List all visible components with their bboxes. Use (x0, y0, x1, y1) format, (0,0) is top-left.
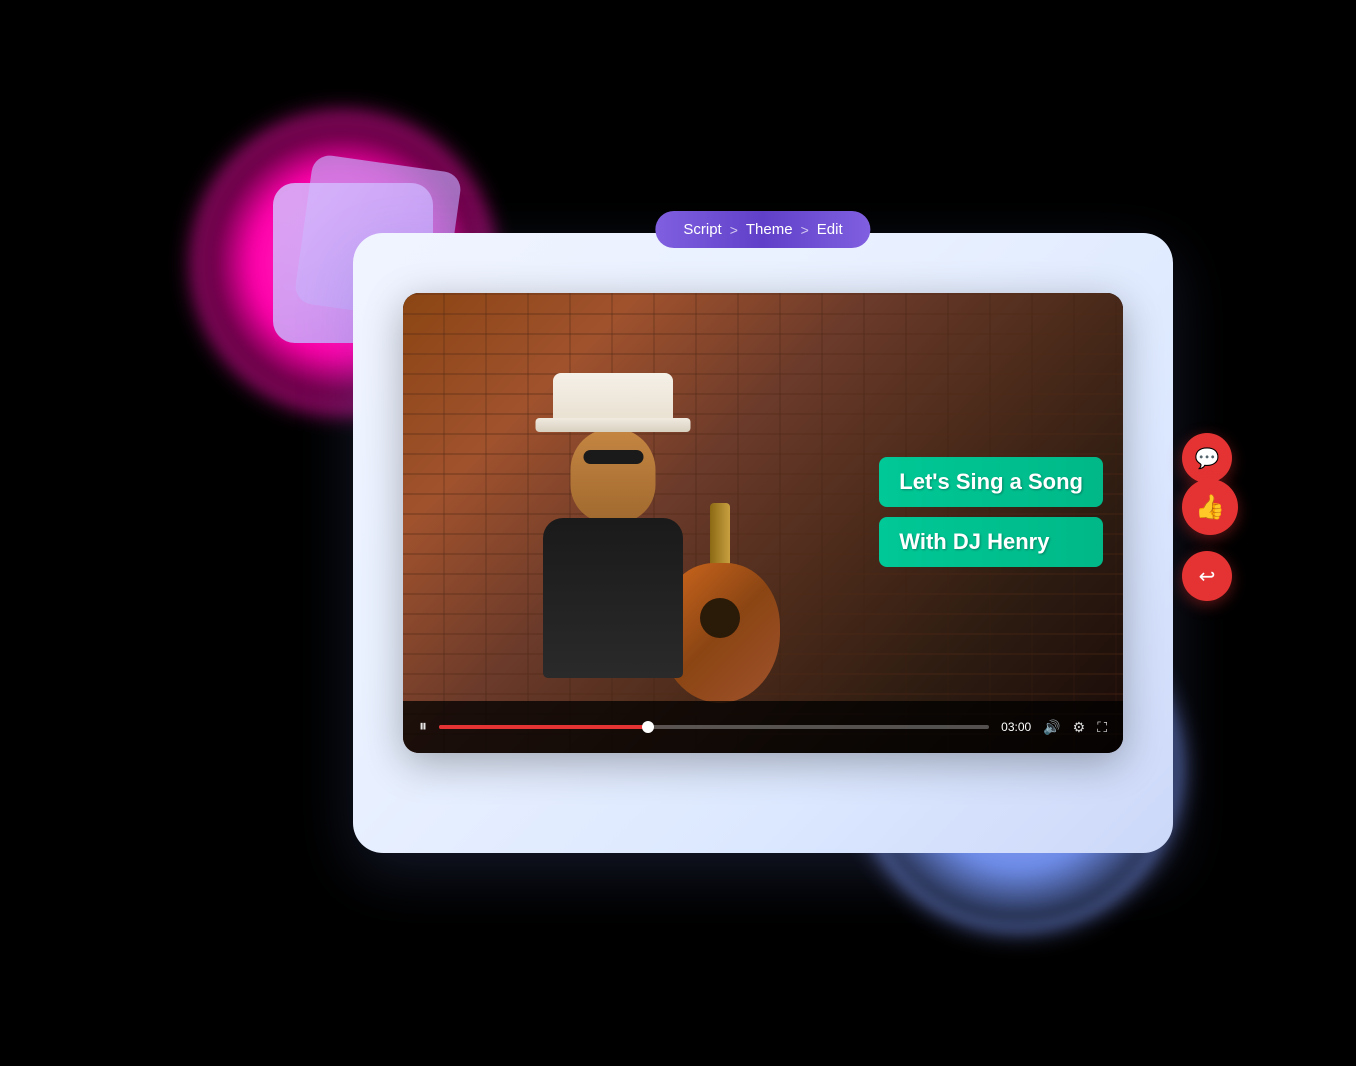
share-icon: ↩ (1199, 564, 1216, 589)
breadcrumb-sep-1: > (730, 222, 738, 238)
video-duration: 03:00 (1001, 720, 1031, 734)
video-text-overlay: Let's Sing a Song With DJ Henry (879, 457, 1103, 567)
breadcrumb[interactable]: Script > Theme > Edit (655, 211, 870, 248)
volume-icon[interactable]: 🔊 (1043, 719, 1060, 736)
performer-area (443, 373, 783, 693)
progress-bar[interactable] (439, 725, 989, 729)
breadcrumb-step-2[interactable]: Theme (746, 221, 793, 238)
share-button[interactable]: ↩ (1182, 551, 1232, 601)
like-button[interactable]: 👍 (1182, 479, 1238, 535)
performer-body (543, 518, 683, 678)
performer-hat-brim (536, 418, 691, 432)
video-title-line1: Let's Sing a Song (879, 457, 1103, 507)
breadcrumb-sep-2: > (801, 222, 809, 238)
settings-icon[interactable]: ⚙ (1073, 719, 1086, 736)
breadcrumb-step-1[interactable]: Script (683, 221, 721, 238)
performer-head (571, 428, 656, 523)
social-action-buttons: 💬 👍 ↩ (1182, 433, 1238, 601)
video-controls: ⏸ 03:00 🔊 ⚙ ⛶ (403, 701, 1123, 753)
guitar-sound-hole (700, 598, 740, 638)
breadcrumb-step-3[interactable]: Edit (817, 221, 843, 238)
comment-button[interactable]: 💬 (1182, 433, 1232, 483)
progress-scrubber[interactable] (642, 721, 654, 733)
main-panel: Script > Theme > Edit (353, 233, 1173, 853)
performer-hat (553, 373, 673, 423)
video-scene: Let's Sing a Song With DJ Henry (403, 293, 1123, 753)
comment-icon: 💬 (1195, 446, 1220, 471)
like-icon: 👍 (1195, 493, 1225, 522)
progress-fill (439, 725, 648, 729)
video-player[interactable]: Let's Sing a Song With DJ Henry ⏸ 03:00 … (403, 293, 1123, 753)
performer-sunglasses (583, 450, 643, 464)
video-title-line2: With DJ Henry (879, 517, 1103, 567)
fullscreen-icon[interactable]: ⛶ (1097, 719, 1107, 736)
pause-button[interactable]: ⏸ (419, 718, 427, 736)
